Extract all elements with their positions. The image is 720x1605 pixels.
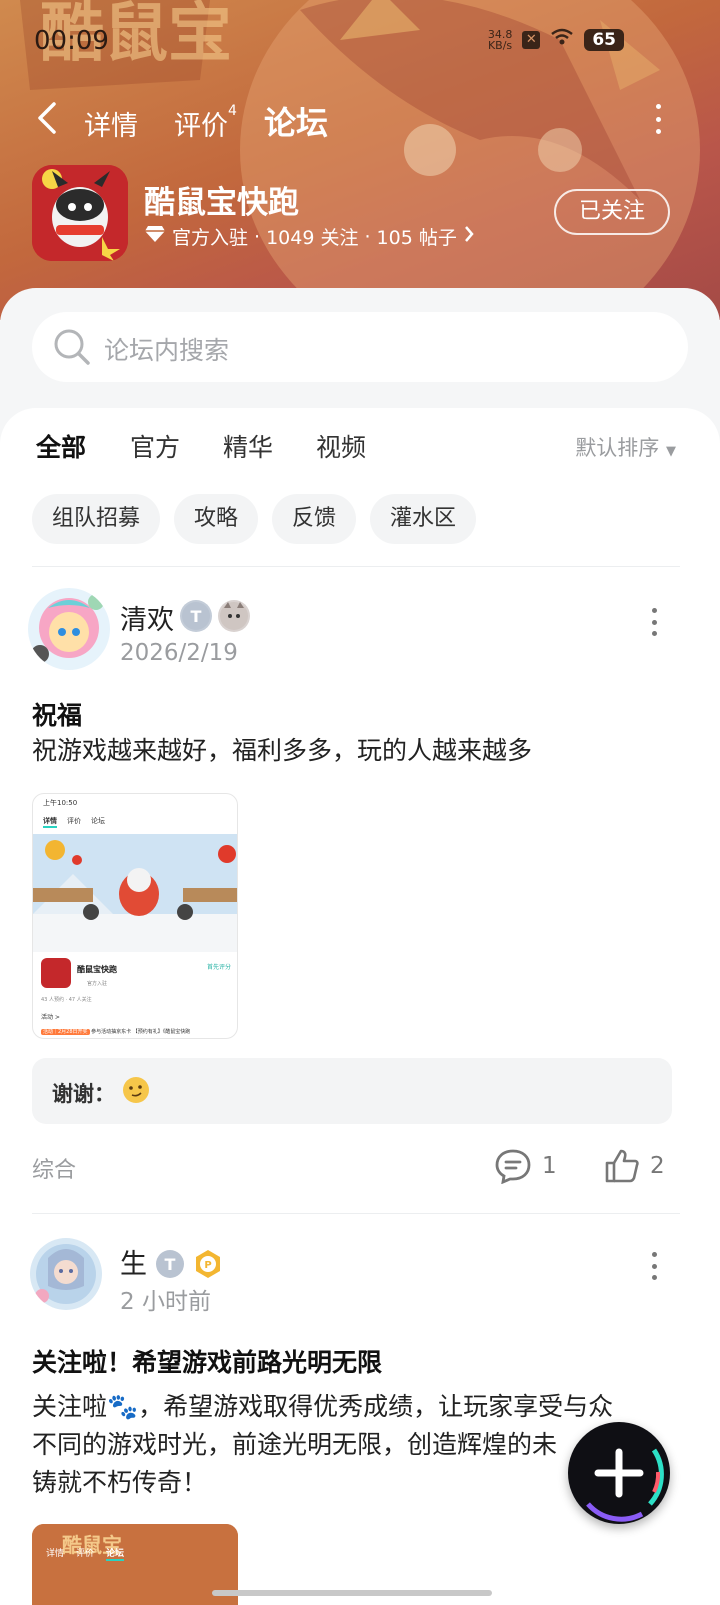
official-label: 官方入驻 <box>172 227 249 249</box>
search-icon <box>54 329 90 365</box>
filter-tab-video[interactable]: 视频 <box>316 428 366 464</box>
svg-text:T: T <box>165 1255 176 1274</box>
level-badge-icon: T <box>180 600 212 632</box>
review-count-badge: 4 <box>228 103 237 119</box>
thumb-banner-art: 酷鼠宝 <box>32 1524 238 1605</box>
chevron-right-icon <box>463 224 475 249</box>
thumb-scene <box>33 834 237 952</box>
author-name[interactable]: 清欢 <box>120 598 174 637</box>
battery-indicator: 65 <box>584 28 624 51</box>
post-time: 2 小时前 <box>120 1289 211 1315</box>
status-bar: 00:09 34.8 KB/s ✕ 65 <box>0 0 720 86</box>
more-vertical-icon[interactable] <box>648 104 668 134</box>
like-button[interactable]: 2 <box>604 1148 665 1184</box>
character-badge-icon <box>218 600 250 632</box>
no-sim-icon: ✕ <box>522 30 541 49</box>
forum-panel: 论坛内搜索 全部 官方 精华 视频 默认排序 ▼ 组队招募 攻略 反馈 灌水区 <box>0 288 720 1605</box>
thumb-game-icon <box>41 958 71 988</box>
thumbs-up-icon <box>605 1149 639 1183</box>
divider <box>32 1213 680 1214</box>
posts-count[interactable]: 105 帖子 <box>377 223 457 250</box>
home-indicator[interactable] <box>212 1590 492 1596</box>
reply-author: 谢谢： <box>52 1082 115 1106</box>
status-time: 00:09 <box>34 26 109 56</box>
avatar[interactable] <box>30 1238 102 1310</box>
chip-guide[interactable]: 攻略 <box>174 494 259 544</box>
top-reply[interactable]: 谢谢： <box>32 1058 672 1124</box>
comment-count: 1 <box>542 1153 557 1179</box>
thumb-status-time: 上午10:50 <box>43 799 78 807</box>
network-speed: 34.8 KB/s <box>487 27 513 52</box>
status-icons: 34.8 KB/s ✕ 65 <box>488 28 624 51</box>
game-info-row: 酷鼠宝快跑 官方入驻 · 1049 关注 · 105 帖子 已关注 <box>0 165 720 265</box>
post-time: 2026/2/19 <box>120 640 238 666</box>
like-count: 2 <box>650 1153 665 1179</box>
active-filter-underline <box>40 461 83 468</box>
post-image[interactable]: 上午10:50 详情 评价 论坛 酷鼠宝快跑 首先评分 官方入驻 43 人预约 … <box>32 793 238 1039</box>
avatar[interactable] <box>28 588 110 670</box>
chip-team-recruit[interactable]: 组队招募 <box>32 494 161 544</box>
svg-text:P: P <box>204 1260 211 1271</box>
author-name[interactable]: 生 <box>120 1242 147 1281</box>
thumb-tabs: 详情 评价 论坛 <box>46 1546 125 1561</box>
create-post-button[interactable] <box>568 1422 670 1524</box>
search-input[interactable]: 论坛内搜索 <box>32 312 688 382</box>
post-image[interactable]: 酷鼠宝 详情 评价 论坛 <box>32 1524 238 1605</box>
search-placeholder: 论坛内搜索 <box>104 336 230 365</box>
post-tag[interactable]: 综合 <box>32 1152 76 1184</box>
chip-chat-zone[interactable]: 灌水区 <box>370 494 477 544</box>
thumb-tabs: 详情 评价 论坛 <box>43 816 105 828</box>
post-body: 祝游戏越来越好，福利多多，玩的人越来越多 <box>32 736 533 765</box>
filter-tab-official[interactable]: 官方 <box>130 428 180 464</box>
paw-emoji-icon: 🐾 <box>107 1392 139 1421</box>
level-badge-icon: T <box>154 1248 186 1280</box>
game-icon[interactable] <box>32 165 128 261</box>
diamond-icon <box>144 224 166 249</box>
followers-count: 1049 关注 <box>266 227 359 249</box>
wifi-icon <box>550 28 574 51</box>
more-vertical-icon[interactable] <box>650 1252 658 1280</box>
svg-text:T: T <box>191 607 202 626</box>
filter-tab-featured[interactable]: 精华 <box>223 428 273 464</box>
post-item[interactable]: 清欢 T 2026/2/19 祝福 祝游戏越来越好，福利多多，玩的人越来越多 上… <box>0 588 720 1208</box>
chip-feedback[interactable]: 反馈 <box>272 494 357 544</box>
emoji-icon <box>123 1077 149 1103</box>
category-chips: 组队招募 攻略 反馈 灌水区 <box>32 494 477 544</box>
tab-forum[interactable]: 论坛 <box>264 98 329 144</box>
game-meta: 官方入驻 · 1049 关注 · 105 帖子 <box>144 223 475 250</box>
game-name: 酷鼠宝快跑 <box>144 185 299 221</box>
post-title: 祝福 <box>32 701 83 730</box>
tab-review[interactable]: 评价4 <box>174 103 237 143</box>
filter-tabs: 全部 官方 精华 视频 默认排序 ▼ <box>0 428 720 488</box>
sort-dropdown[interactable]: 默认排序 ▼ <box>575 432 676 462</box>
post-title: 关注啦！希望游戏前路光明无限 <box>32 1348 383 1377</box>
divider <box>32 566 680 567</box>
comment-icon <box>495 1149 531 1184</box>
post-footer: 综合 1 2 <box>0 1148 720 1188</box>
tab-detail[interactable]: 详情 <box>84 104 138 143</box>
comment-button[interactable]: 1 <box>494 1148 557 1184</box>
more-vertical-icon[interactable] <box>650 608 658 636</box>
game-banner: 酷鼠宝 00:09 34.8 KB/s ✕ 65 详情 评价4 论坛 酷鼠宝快跑… <box>0 0 720 320</box>
back-arrow-icon[interactable] <box>34 98 62 138</box>
caret-down-icon: ▼ <box>666 444 676 459</box>
plus-icon <box>586 1448 664 1522</box>
follow-button[interactable]: 已关注 <box>554 189 670 235</box>
filter-tab-all[interactable]: 全部 <box>36 428 86 468</box>
top-navigation: 详情 评价4 论坛 <box>0 90 720 150</box>
coin-badge-icon: P <box>192 1248 224 1280</box>
